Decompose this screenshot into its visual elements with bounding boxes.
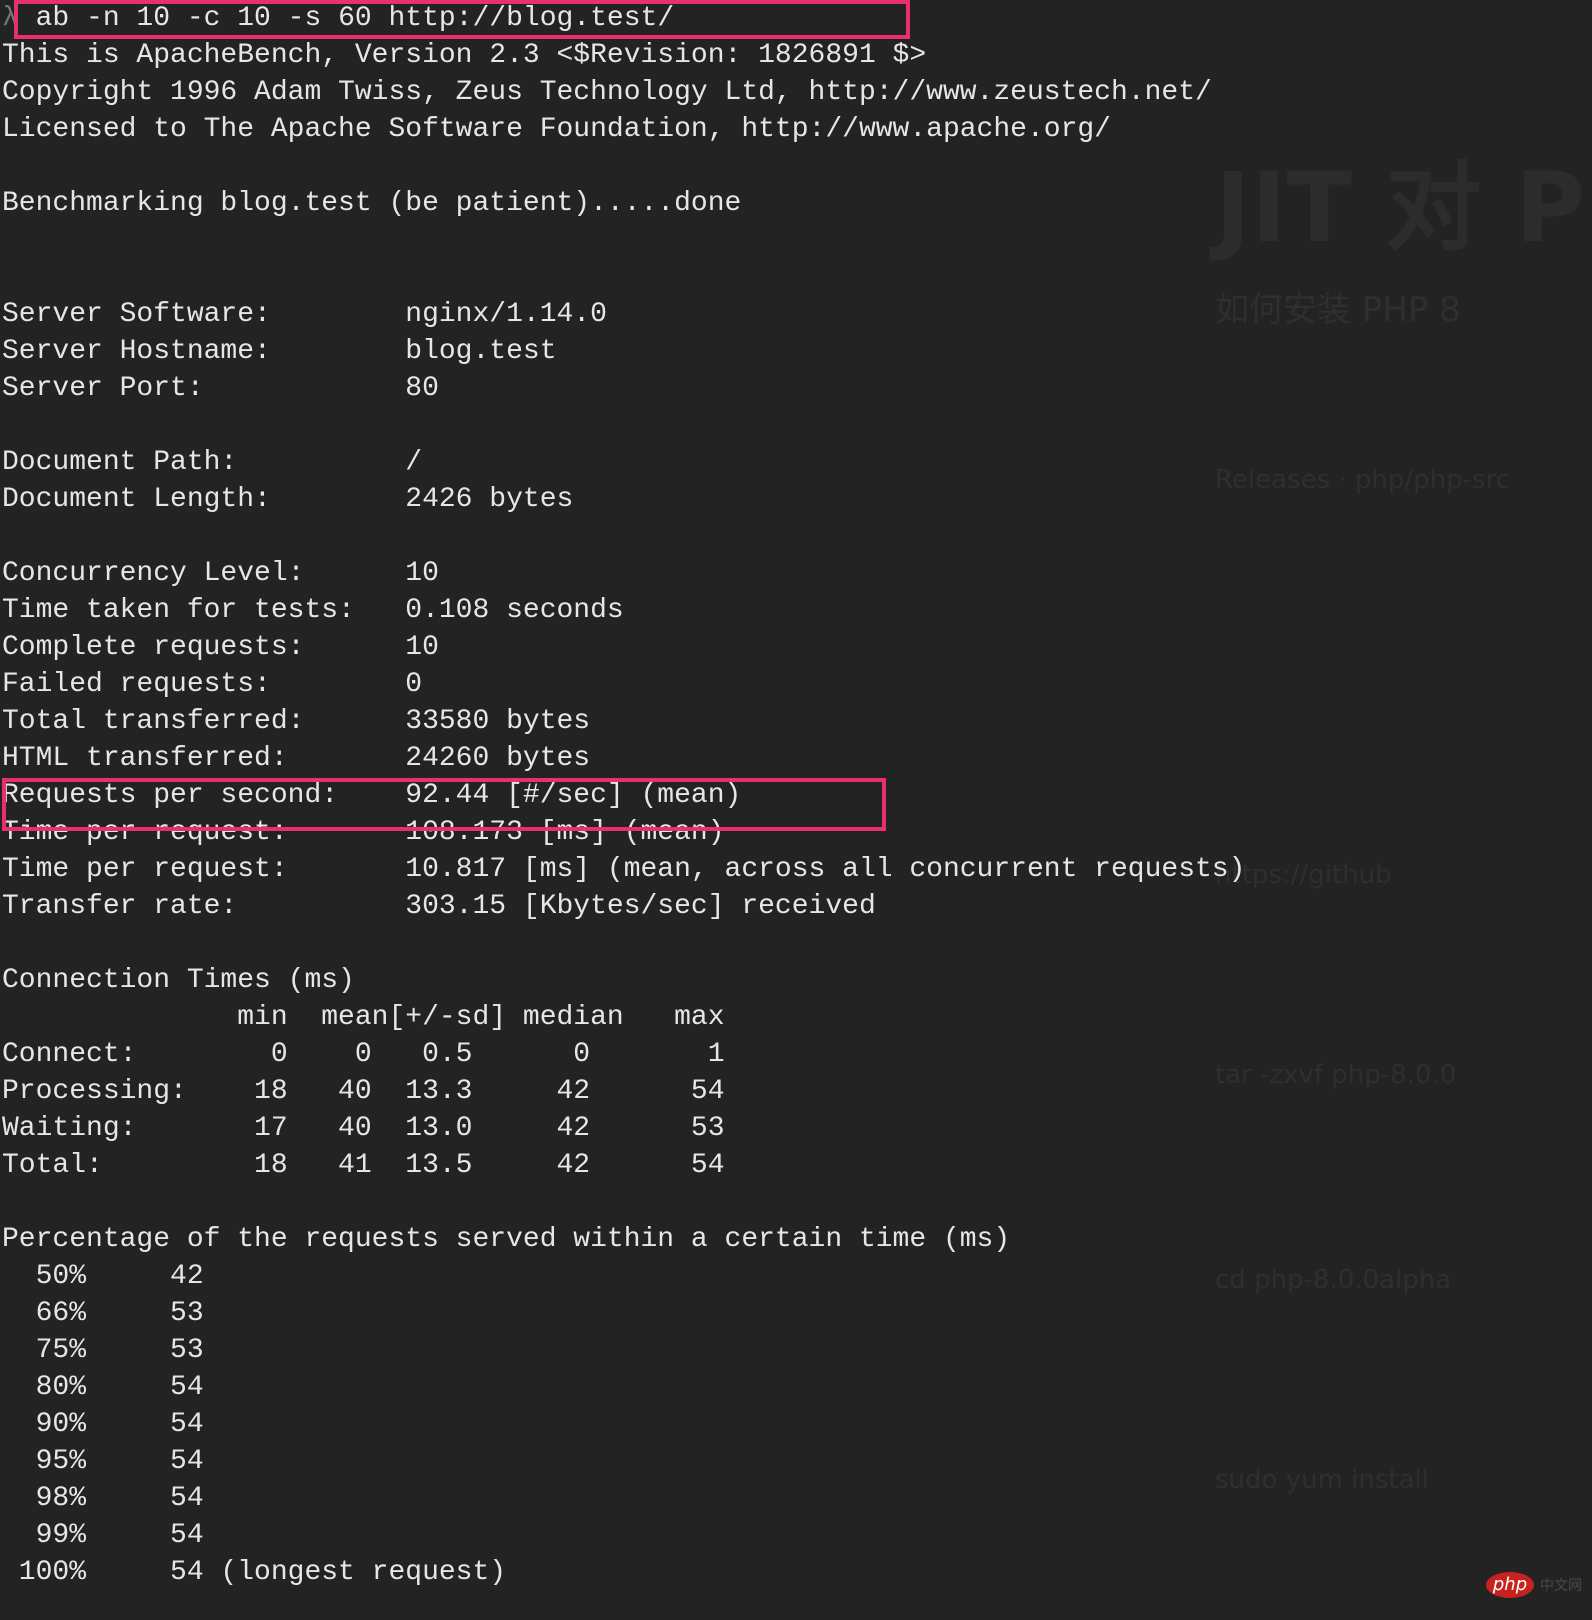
output-line: Server Port: 80: [2, 373, 439, 404]
command-highlight-box: [14, 0, 910, 39]
output-line: Total: 18 41 13.5 42 54: [2, 1150, 725, 1181]
output-line: Connect: 0 0 0.5 0 1: [2, 1039, 725, 1070]
output-line: Copyright 1996 Adam Twiss, Zeus Technolo…: [2, 77, 1212, 108]
output-line: Licensed to The Apache Software Foundati…: [2, 114, 1111, 145]
output-line: This is ApacheBench, Version 2.3 <$Revis…: [2, 40, 927, 71]
output-line: Complete requests: 10: [2, 632, 439, 663]
output-line: Document Path: /: [2, 447, 423, 478]
output-line: Document Length: 2426 bytes: [2, 484, 574, 515]
output-line: Waiting: 17 40 13.0 42 53: [2, 1113, 725, 1144]
output-line: Transfer rate: 303.15 [Kbytes/sec] recei…: [2, 891, 876, 922]
output-line: 75% 53: [2, 1335, 204, 1366]
output-line: Percentage of the requests served within…: [2, 1224, 1011, 1255]
output-line: 50% 42: [2, 1261, 204, 1292]
output-line: 90% 54: [2, 1409, 204, 1440]
output-line: Failed requests: 0: [2, 669, 423, 700]
output-line: Time taken for tests: 0.108 seconds: [2, 595, 624, 626]
php-watermark: php 中文网: [1486, 1572, 1582, 1598]
rps-highlight-box: [2, 778, 886, 831]
output-line: 98% 54: [2, 1483, 204, 1514]
output-line: Processing: 18 40 13.3 42 54: [2, 1076, 725, 1107]
output-line: Concurrency Level: 10: [2, 558, 439, 589]
output-line: HTML transferred: 24260 bytes: [2, 743, 591, 774]
output-line: 99% 54: [2, 1520, 204, 1551]
output-line: min mean[+/-sd] median max: [2, 1002, 725, 1033]
output-line: Time per request: 10.817 [ms] (mean, acr…: [2, 854, 1246, 885]
output-line: Server Software: nginx/1.14.0: [2, 299, 607, 330]
output-line: 66% 53: [2, 1298, 204, 1329]
output-line: Benchmarking blog.test (be patient).....…: [2, 188, 742, 219]
output-line: 100% 54 (longest request): [2, 1557, 507, 1588]
watermark-text: 中文网: [1540, 1578, 1582, 1594]
output-line: 95% 54: [2, 1446, 204, 1477]
php-logo-icon: php: [1486, 1572, 1534, 1598]
output-line: Total transferred: 33580 bytes: [2, 706, 591, 737]
output-line: Connection Times (ms): [2, 965, 355, 996]
output-line: Server Hostname: blog.test: [2, 336, 557, 367]
terminal-output: λ ab -n 10 -c 10 -s 60 http://blog.test/…: [0, 0, 1592, 1620]
output-line: 80% 54: [2, 1372, 204, 1403]
